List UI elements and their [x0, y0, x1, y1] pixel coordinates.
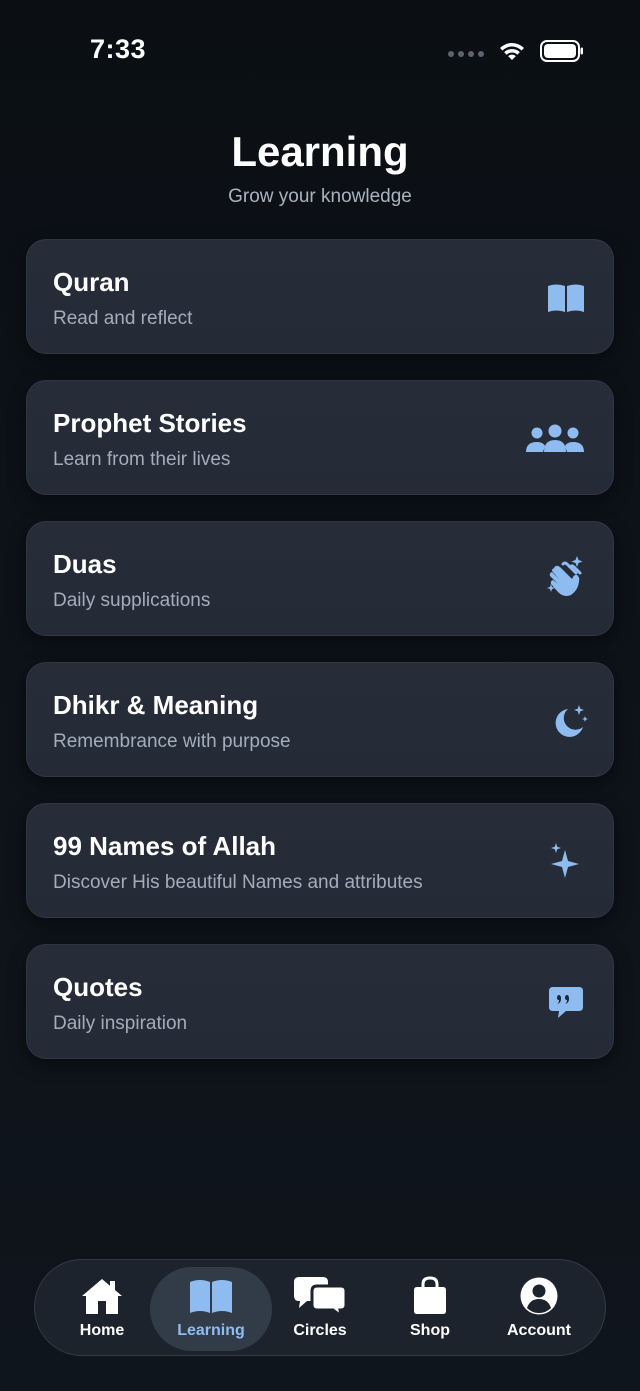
cellular-signal-icon: [448, 50, 484, 57]
learning-card-list: Quran Read and reflect Prophet Stories L…: [26, 239, 614, 1085]
card-title: 99 Names of Allah: [53, 831, 277, 861]
card-99-names[interactable]: 99 Names of Allah Discover His beautiful…: [26, 803, 614, 918]
people-group-icon: [525, 419, 585, 459]
book-open-icon: [545, 278, 587, 318]
card-title: Prophet Stories: [53, 408, 247, 438]
card-quran[interactable]: Quran Read and reflect: [26, 239, 614, 354]
chat-bubbles-icon: [293, 1276, 347, 1316]
tab-home[interactable]: Home: [57, 1260, 147, 1357]
moon-star-icon: [549, 701, 591, 741]
page-header: Learning Grow your knowledge: [0, 126, 640, 210]
card-title: Quran: [53, 267, 130, 297]
tab-label: Shop: [410, 1322, 450, 1339]
card-title: Duas: [53, 549, 117, 579]
card-subtitle: Daily inspiration: [53, 1013, 188, 1034]
card-subtitle: Remembrance with purpose: [53, 731, 291, 752]
card-title: Quotes: [53, 972, 143, 1002]
status-time: 7:33: [90, 34, 147, 64]
tab-circles[interactable]: Circles: [275, 1260, 365, 1357]
card-duas[interactable]: Duas Daily supplications: [26, 521, 614, 636]
status-icons: [448, 40, 584, 67]
page-subtitle: Grow your knowledge: [228, 186, 412, 207]
sparkles-icon: [545, 842, 587, 882]
bottom-tab-bar: Home Learning Circles Shop Account: [34, 1259, 606, 1356]
card-title: Dhikr & Meaning: [53, 690, 259, 720]
book-open-icon: [189, 1276, 233, 1316]
card-dhikr-meaning[interactable]: Dhikr & Meaning Remembrance with purpose: [26, 662, 614, 777]
card-prophet-stories[interactable]: Prophet Stories Learn from their lives: [26, 380, 614, 495]
tab-learning[interactable]: Learning: [166, 1260, 256, 1357]
card-subtitle: Read and reflect: [53, 308, 193, 329]
tab-label: Account: [507, 1322, 571, 1339]
tab-shop[interactable]: Shop: [385, 1260, 475, 1357]
account-icon: [519, 1276, 559, 1316]
praying-hands-icon: [545, 556, 587, 596]
card-subtitle: Learn from their lives: [53, 449, 231, 470]
tab-account[interactable]: Account: [494, 1260, 584, 1357]
page-title: Learning: [231, 128, 409, 175]
tab-label: Home: [79, 1322, 125, 1339]
status-bar: 7:33: [0, 0, 640, 100]
tab-label: Learning: [177, 1322, 245, 1339]
shopping-bag-icon: [412, 1276, 448, 1316]
battery-icon: [540, 40, 584, 67]
tab-label: Circles: [293, 1322, 347, 1339]
quote-bubble-icon: [545, 983, 587, 1023]
card-subtitle: Discover His beautiful Names and attribu…: [53, 872, 423, 893]
home-icon: [80, 1276, 124, 1316]
card-subtitle: Daily supplications: [53, 590, 211, 611]
wifi-icon: [498, 40, 526, 67]
card-quotes[interactable]: Quotes Daily inspiration: [26, 944, 614, 1059]
